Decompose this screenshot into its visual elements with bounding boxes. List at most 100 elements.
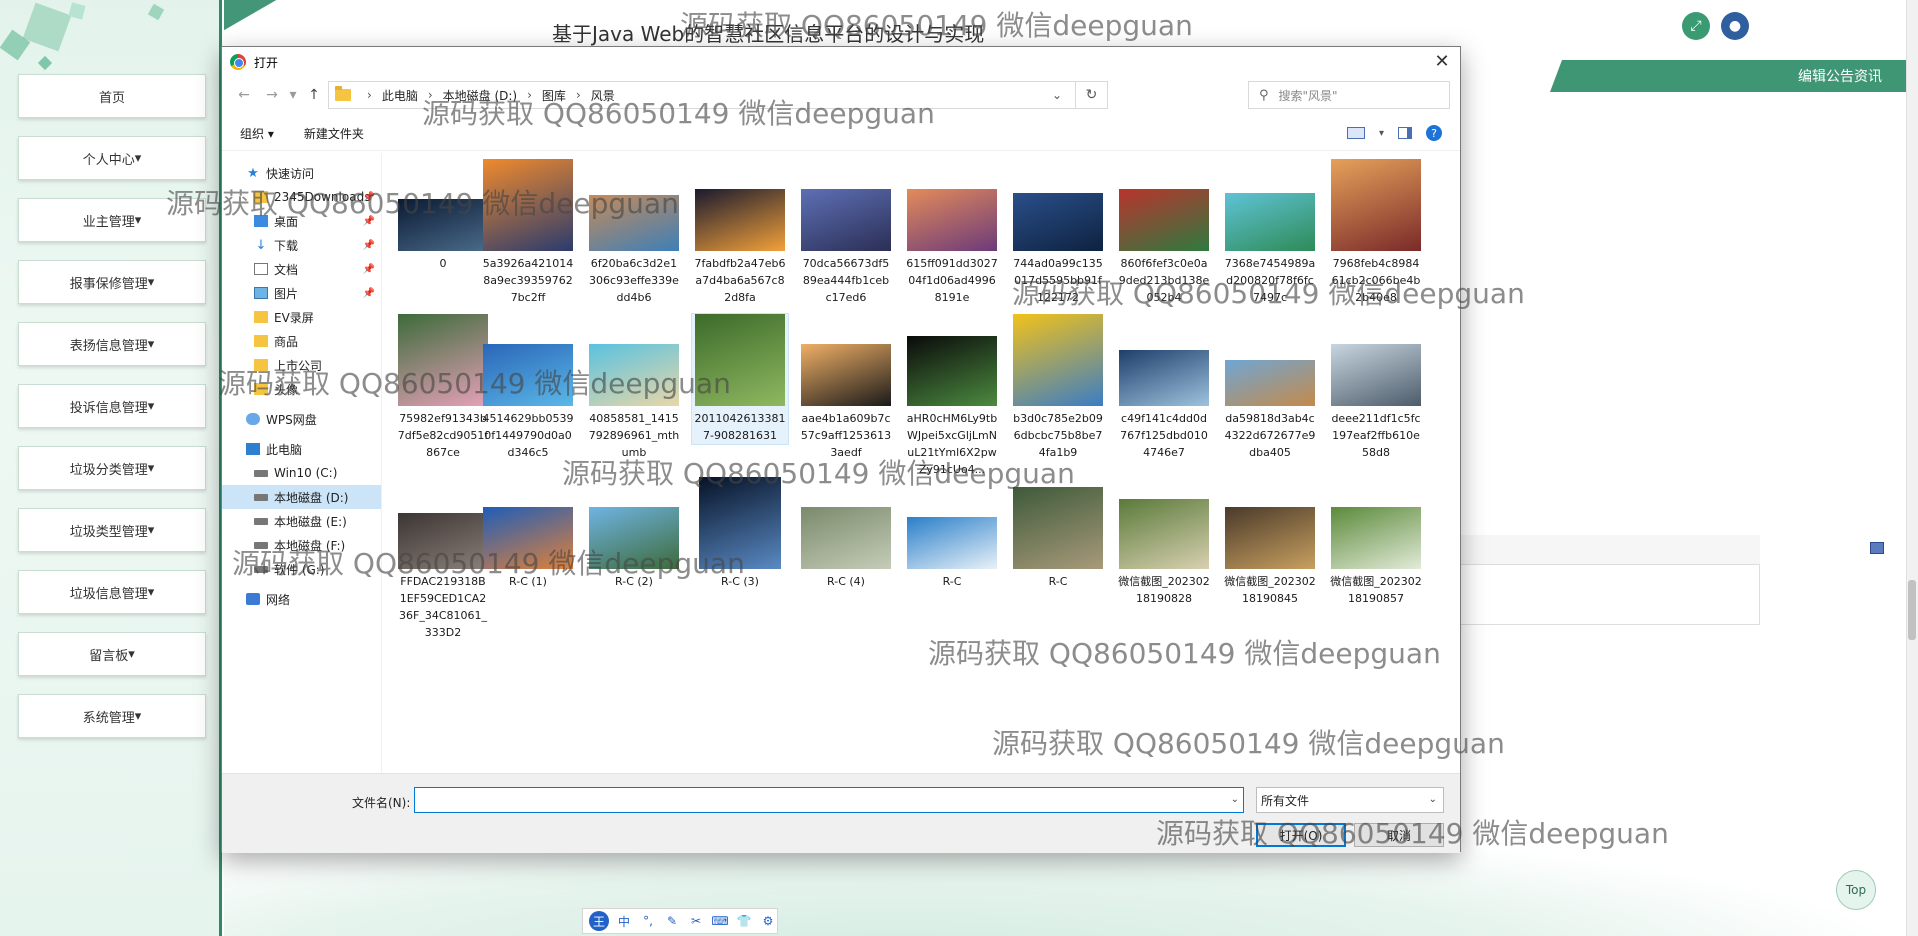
nav-item[interactable]: WPS网盘 [222, 407, 381, 431]
file-tile[interactable]: 5a3926a4210148a9ec393597627bc2ff [480, 159, 576, 306]
user-icon[interactable]: ● [1721, 12, 1749, 40]
fullscreen-icon[interactable]: ⤢ [1682, 12, 1710, 40]
up-arrow-icon[interactable]: ↑ [300, 87, 328, 103]
nav-item[interactable]: 桌面 📌 [222, 209, 381, 233]
nav-item[interactable]: 上市公司 [222, 353, 381, 377]
file-tile[interactable]: 微信截图_20230218190857 [1328, 477, 1424, 607]
forward-arrow-icon[interactable]: → [258, 87, 286, 103]
file-tile[interactable]: 75982ef91343b7df5e82cd9051f867ce [395, 314, 491, 461]
ime-keyboard-icon[interactable]: ⌨ [711, 914, 729, 928]
nav-item[interactable]: 文档 📌 [222, 257, 381, 281]
sidebar-item-garbage-type[interactable]: 垃圾类型管理 ▾ [18, 508, 206, 552]
nav-item[interactable]: 本地磁盘 (E:) [222, 509, 381, 533]
ime-logo-icon[interactable]: 王 [589, 911, 609, 931]
nav-item[interactable]: 本地磁盘 (D:) [222, 485, 381, 509]
ime-chinese-mode[interactable]: 中 [615, 913, 633, 930]
help-icon[interactable]: ? [1426, 125, 1442, 141]
open-button[interactable]: 打开(O) [1256, 823, 1346, 847]
back-arrow-icon[interactable]: ← [230, 87, 258, 103]
chevron-down-icon[interactable]: ⌄ [1429, 794, 1437, 805]
breadcrumb-item[interactable]: 风景 [591, 87, 615, 104]
sidebar-item-messages[interactable]: 留言板 ▾ [18, 632, 206, 676]
sidebar-item-personal[interactable]: 个人中心 ▾ [18, 136, 206, 180]
ime-punctuation-icon[interactable]: °, [639, 914, 657, 928]
file-tile[interactable]: R-C (2) [586, 477, 682, 590]
file-tile[interactable]: 微信截图_20230218190828 [1116, 477, 1212, 607]
nav-item[interactable]: ★ 快速访问 [222, 161, 381, 185]
back-to-top-button[interactable]: Top [1836, 870, 1876, 910]
breadcrumb-item[interactable]: 图库 [542, 87, 566, 104]
nav-item[interactable]: 图片 📌 [222, 281, 381, 305]
nav-item[interactable]: 2345Downloads 📌 [222, 185, 381, 209]
file-tile[interactable]: 20110426133817-908281631 [691, 313, 789, 445]
nav-item[interactable]: 网络 [222, 587, 381, 611]
nav-item[interactable]: ↓ 下载 📌 [222, 233, 381, 257]
sidebar-item-owners[interactable]: 业主管理 ▾ [18, 198, 206, 242]
file-name: 4514629bb05390f1449790d0a0d346c5 [482, 412, 574, 459]
file-tile[interactable]: 4514629bb05390f1449790d0a0d346c5 [480, 314, 576, 461]
file-tile[interactable]: 微信截图_20230218190845 [1222, 477, 1318, 607]
file-tile[interactable]: 7fabdfb2a47eb6a7d4ba6a567c82d8fa [692, 159, 788, 306]
file-tile[interactable]: 70dca56673df589ea444fb1cebc17ed6 [798, 159, 894, 306]
sidebar-item-home[interactable]: 首页 [18, 74, 206, 118]
nav-item[interactable]: Win10 (C:) [222, 461, 381, 485]
chevron-down-icon[interactable]: ⌄ [1231, 794, 1239, 805]
ime-skin-icon[interactable]: 👕 [735, 914, 753, 928]
file-tile[interactable]: R-C (3) [692, 477, 788, 590]
address-bar[interactable]: › 此电脑 › 本地磁盘 (D:) › 图库 › 风景 ⌄ ↻ [328, 81, 1108, 109]
search-input[interactable]: ⚲ 搜索"风景" [1248, 81, 1450, 109]
file-tile[interactable]: R-C (4) [798, 477, 894, 590]
file-tile[interactable]: 0 [395, 159, 491, 272]
file-tile[interactable]: da59818d3ab4c4322d672677e9dba405 [1222, 314, 1318, 461]
nav-item[interactable]: 本地磁盘 (F:) [222, 533, 381, 557]
refresh-icon[interactable]: ↻ [1075, 82, 1107, 108]
nav-item[interactable]: 软件 (G:) [222, 557, 381, 581]
file-tile[interactable]: c49f141c4dd0d767f125dbd0104746e7 [1116, 314, 1212, 461]
sidebar-item-garbage-sort[interactable]: 垃圾分类管理 ▾ [18, 446, 206, 490]
page-scrollbar[interactable] [1906, 0, 1918, 936]
sidebar-item-garbage-info[interactable]: 垃圾信息管理 ▾ [18, 570, 206, 614]
ime-scissors-icon[interactable]: ✂ [687, 914, 705, 928]
file-tile[interactable]: 615ff091dd302704f1d06ad49968191e [904, 159, 1000, 306]
editor-toolbar-icon[interactable] [1870, 542, 1884, 554]
sidebar-item-complaint[interactable]: 投诉信息管理 ▾ [18, 384, 206, 428]
file-tile[interactable]: R-C [1010, 477, 1106, 590]
file-tile[interactable]: 744ad0a99c135017d5595bb91f122172 [1010, 159, 1106, 306]
file-tile[interactable]: aHR0cHM6Ly9tbWJpei5xcGljLmNuL21tYml6X2pw… [904, 314, 1000, 478]
file-tile[interactable]: 7968feb4c898461cb2c066be4b2b40e8 [1328, 159, 1424, 306]
caret-down-icon: ▾ [147, 398, 155, 414]
cancel-button[interactable]: 取消 [1354, 823, 1444, 847]
nav-item-label: 下载 [274, 238, 299, 253]
breadcrumb-item[interactable]: 本地磁盘 (D:) [443, 87, 517, 104]
ime-handwrite-icon[interactable]: ✎ [663, 914, 681, 928]
nav-item[interactable]: 商品 [222, 329, 381, 353]
sidebar-item-praise[interactable]: 表扬信息管理 ▾ [18, 322, 206, 366]
close-icon[interactable]: ✕ [1430, 50, 1454, 74]
file-tile[interactable]: 860f6fef3c0e0a9ded213bd138e052b4 [1116, 159, 1212, 306]
file-tile[interactable]: aae4b1a609b7c57c9aff12536133aedf [798, 314, 894, 461]
view-mode-icon[interactable] [1346, 127, 1365, 139]
new-folder-button[interactable]: 新建文件夹 [304, 125, 364, 142]
page-scrollbar-thumb[interactable] [1908, 580, 1916, 640]
filename-input[interactable]: ⌄ [414, 787, 1244, 813]
nav-item[interactable]: EV录屏 [222, 305, 381, 329]
file-tile[interactable]: FFDAC219318B1EF59CED1CA236F_34C81061_333… [395, 477, 491, 641]
file-tile[interactable]: 6f20ba6c3d2e1306c93effe339edd4b6 [586, 159, 682, 306]
filetype-select[interactable]: 所有文件 ⌄ [1256, 787, 1444, 813]
file-tile[interactable]: b3d0c785e2b096dbcbc75b8be74fa1b9 [1010, 314, 1106, 461]
organize-button[interactable]: 组织 ▾ [240, 125, 274, 142]
chevron-down-icon[interactable]: ▾ [1379, 128, 1384, 139]
preview-pane-icon[interactable] [1398, 127, 1412, 139]
file-tile[interactable]: deee211df1c5fc197eaf2ffb610e58d8 [1328, 314, 1424, 461]
nav-item[interactable]: 此电脑 [222, 437, 381, 461]
sidebar-item-system[interactable]: 系统管理 ▾ [18, 694, 206, 738]
file-tile[interactable]: R-C (1) [480, 477, 576, 590]
file-tile[interactable]: R-C [904, 477, 1000, 590]
chevron-down-icon[interactable]: ⌄ [1047, 82, 1067, 108]
nav-item[interactable]: 头像 [222, 377, 381, 401]
ime-settings-icon[interactable]: ⚙ [759, 914, 777, 928]
file-tile[interactable]: 7368e7454989ad200820f78f6fc7497c [1222, 159, 1318, 306]
breadcrumb-item[interactable]: 此电脑 [382, 87, 418, 104]
sidebar-item-repair[interactable]: 报事保修管理 ▾ [18, 260, 206, 304]
file-tile[interactable]: 40858581_1415792896961_mthumb [586, 314, 682, 461]
